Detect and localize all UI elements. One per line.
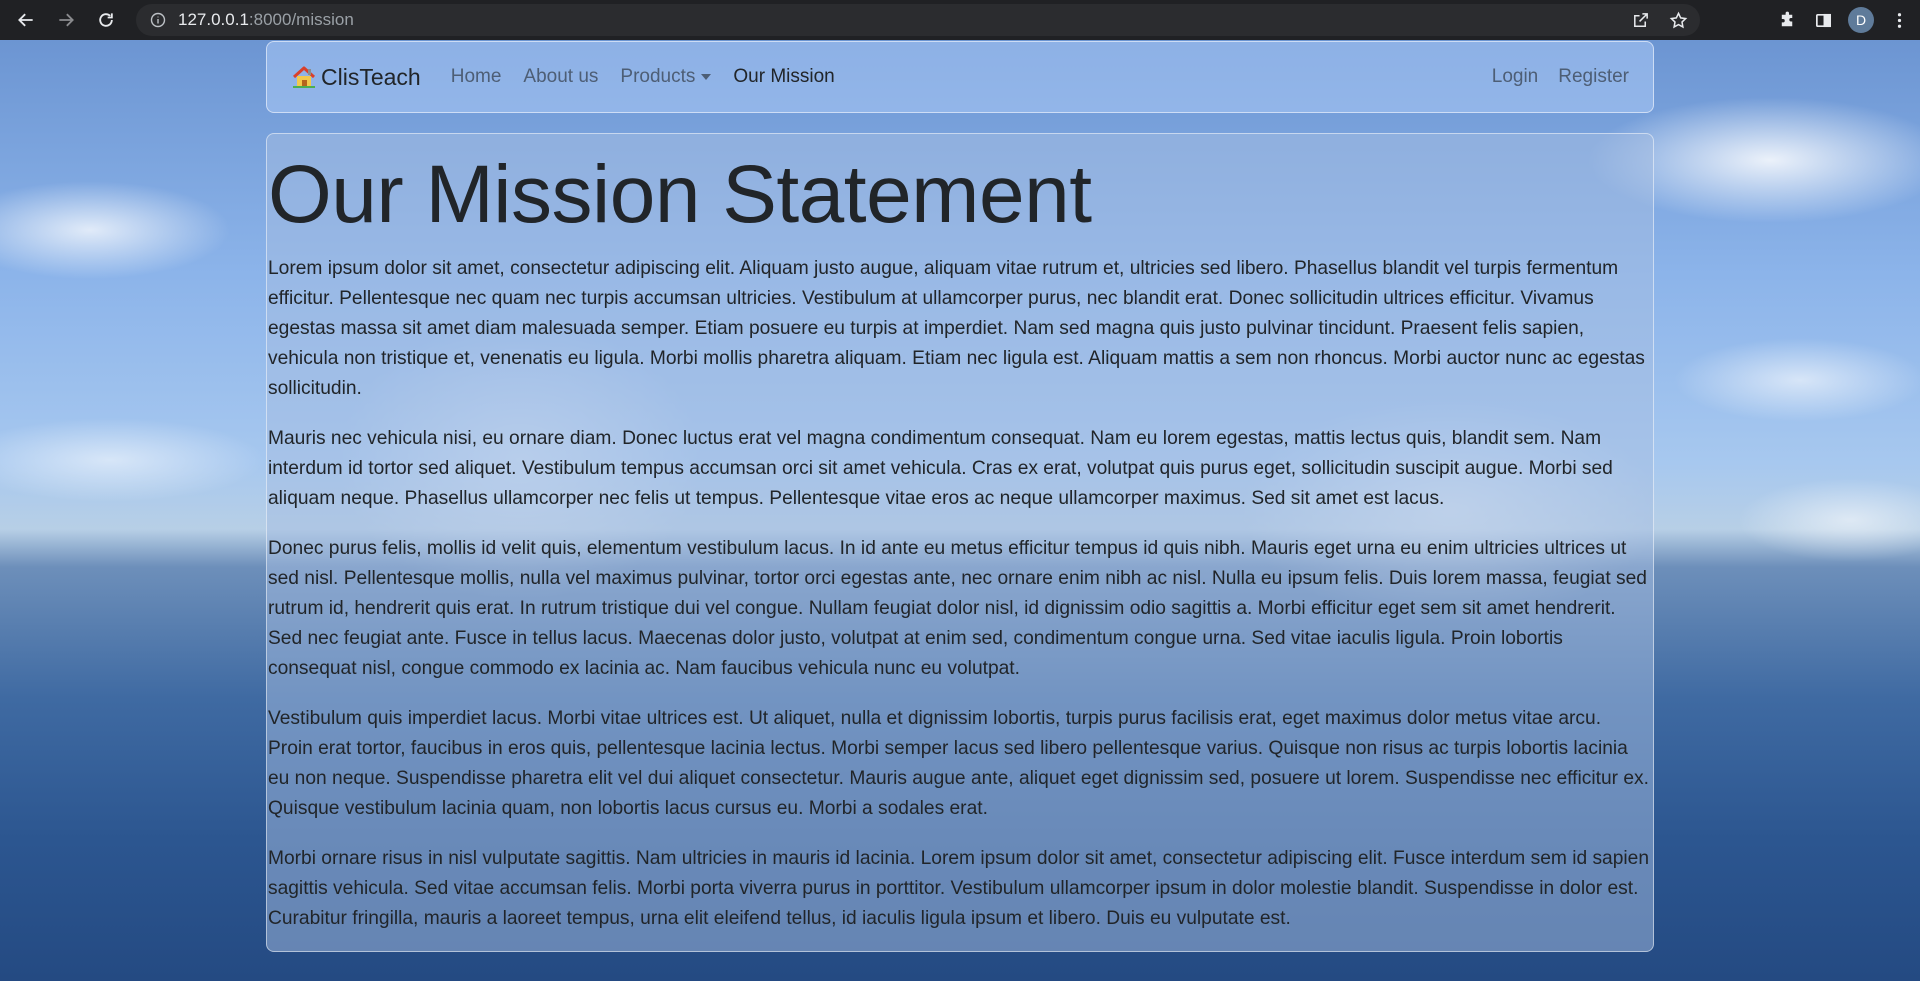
arrow-right-icon xyxy=(59,13,74,27)
url-path: :8000/mission xyxy=(248,10,354,29)
mission-paragraph-2: Mauris nec vehicula nisi, eu ornare diam… xyxy=(268,428,1613,510)
nav-auth-links: Login Register xyxy=(1492,66,1629,88)
page-viewport: ClisTeach Home About us Products Our Mis… xyxy=(0,40,1920,981)
navbar: ClisTeach Home About us Products Our Mis… xyxy=(266,41,1654,113)
page-title: Our Mission Statement xyxy=(268,149,1092,240)
browser-toolbar: 127.0.0.1:8000/mission D xyxy=(0,0,1920,40)
mission-paragraph-3: Donec purus felis, mollis id velit quis,… xyxy=(268,538,1647,680)
caret-down-icon xyxy=(701,73,712,80)
nav-dropdown-products[interactable]: Products xyxy=(620,66,712,88)
nav-dropdown-products-label: Products xyxy=(620,66,696,87)
register-link[interactable]: Register xyxy=(1558,66,1629,88)
nav-link-our-mission[interactable]: Our Mission xyxy=(733,66,834,88)
info-icon[interactable] xyxy=(150,12,166,28)
star-icon[interactable] xyxy=(1668,10,1688,30)
reload-icon xyxy=(99,13,113,27)
nav-link-about-us[interactable]: About us xyxy=(523,66,598,88)
address-bar[interactable]: 127.0.0.1:8000/mission xyxy=(136,4,1700,36)
forward-button[interactable] xyxy=(46,3,86,37)
mission-content-card: Our Mission Statement Lorem ipsum dolor … xyxy=(266,133,1654,952)
house-icon xyxy=(292,66,316,88)
share-icon[interactable] xyxy=(1630,10,1650,30)
back-button[interactable] xyxy=(6,3,46,37)
login-link[interactable]: Login xyxy=(1492,66,1539,88)
profile-avatar[interactable]: D xyxy=(1848,7,1874,33)
arrow-left-icon xyxy=(18,13,33,27)
nav-links: Home About us Products Our Mission xyxy=(451,66,835,88)
brand-link[interactable]: ClisTeach xyxy=(291,64,421,91)
brand-name: ClisTeach xyxy=(321,63,421,90)
mission-paragraph-1: Lorem ipsum dolor sit amet, consectetur … xyxy=(268,258,1645,400)
side-panel-icon[interactable] xyxy=(1812,9,1834,31)
kebab-menu-icon[interactable] xyxy=(1888,9,1910,31)
mission-paragraph-4: Vestibulum quis imperdiet lacus. Morbi v… xyxy=(268,708,1649,820)
puzzle-icon[interactable] xyxy=(1776,9,1798,31)
reload-button[interactable] xyxy=(86,3,126,37)
mission-paragraph-5: Morbi ornare risus in nisl vulputate sag… xyxy=(268,848,1650,930)
nav-link-home[interactable]: Home xyxy=(451,66,502,88)
url-host: 127.0.0.1 xyxy=(178,10,249,29)
